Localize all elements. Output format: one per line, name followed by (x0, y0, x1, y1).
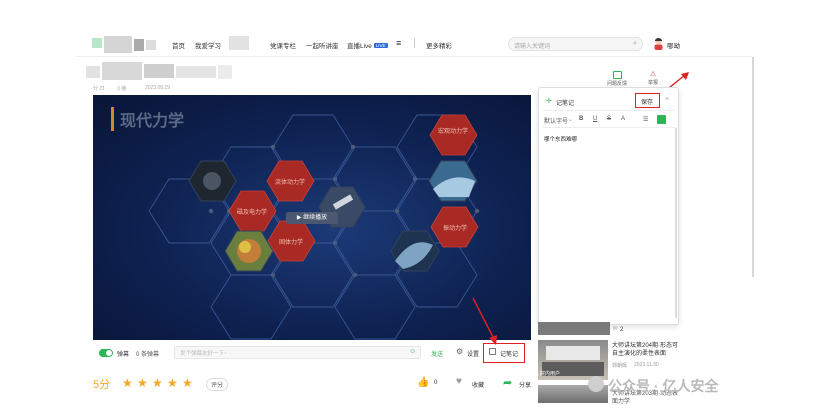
note-divider (543, 110, 676, 111)
share-button[interactable]: 分享 (519, 380, 531, 389)
star-icon[interactable]: ★ (122, 376, 133, 390)
feedback-button[interactable]: 问题反馈 (606, 71, 628, 87)
nav-learn[interactable]: 我爱学习 (195, 40, 221, 50)
live-badge: LIVE (373, 43, 388, 48)
share-icon[interactable]: ➦ (503, 376, 512, 389)
feedback-icon (612, 71, 622, 79)
danmu-placeholder: 发个弹幕友好一下~ (180, 351, 228, 357)
list-item-title[interactable]: 大师讲坛第204期·形态可自主演化的柔性表面 (612, 342, 682, 358)
watermark: 公众号 · 亿人安全 (588, 374, 788, 400)
comment-icon: ✉ (613, 326, 618, 332)
nav-home[interactable]: 首页 (172, 40, 185, 50)
view-count: 分 21 (93, 86, 105, 92)
send-button[interactable]: 发送 (431, 349, 443, 358)
danmu-label: 弹幕 (117, 352, 130, 358)
hex-label-magnetic: 磁及电力学 (237, 208, 267, 216)
wechat-icon (588, 376, 604, 392)
bold-button[interactable]: B (579, 116, 583, 122)
nav-divider (414, 38, 415, 48)
danmu-input[interactable]: 发个弹幕友好一下~ ☺ (174, 346, 421, 359)
header-divider (76, 56, 752, 57)
settings-icon[interactable]: ⚙ (456, 347, 463, 356)
note-title: 记笔记 (556, 101, 575, 107)
nav-blurred-item[interactable] (229, 36, 249, 50)
underline-button[interactable]: U (593, 116, 597, 122)
note-scrollbar[interactable] (675, 128, 677, 318)
nav-live[interactable]: 直播Live LIVE (347, 40, 388, 50)
font-color-button[interactable]: A (621, 116, 625, 122)
emoji-icon[interactable]: ☺ (409, 348, 416, 355)
site-logo[interactable] (92, 36, 158, 53)
save-button[interactable]: 保存 (641, 97, 653, 106)
chevron-down-icon: ⌄ (568, 117, 574, 123)
hex-label-vibration: 振动力学 (443, 224, 467, 232)
nav-more[interactable]: 更多精彩 (426, 40, 452, 50)
toolbar-divider (543, 127, 676, 128)
danmu-toggle[interactable] (99, 349, 113, 357)
list-thumb-top[interactable] (538, 322, 610, 335)
list-item-author: 郭朝晖 (612, 363, 628, 369)
continue-play-button[interactable]: ▶ 继续播放 (286, 212, 338, 224)
collect-button[interactable]: 收藏 (472, 380, 484, 389)
hamburger-icon[interactable]: ≡ (396, 38, 401, 48)
like-count: 0 (434, 380, 438, 386)
settings-button[interactable]: 设置 (467, 349, 479, 358)
thumb-caption: 院内用户 (540, 371, 561, 377)
feedback-label: 问题反馈 (606, 81, 627, 87)
annotation-arrow-down (472, 297, 497, 345)
list-item-date: 2023.11.30 (634, 362, 659, 368)
hex-label-fluid: 流体动力学 (275, 178, 305, 186)
danmu-count: 0 条弹幕 (136, 352, 160, 358)
search-icon[interactable]: ⌕ (633, 40, 637, 48)
watermark-text: 公众号 · 亿人安全 (608, 378, 719, 394)
play-count: 3 播 (117, 86, 127, 92)
hex-label-macro: 宏观动力学 (438, 127, 468, 135)
hex-label-solid: 固体力学 (279, 238, 303, 246)
score-value: 5分 (93, 379, 111, 391)
page-scrollbar[interactable] (752, 57, 754, 277)
nav-live-label: 直播Live (347, 43, 372, 50)
note-content[interactable]: 哪个东西难哪 (544, 135, 577, 143)
close-icon[interactable]: × (665, 96, 669, 103)
user-name[interactable]: 哪呦 (667, 40, 680, 50)
note-panel: ✛ 记笔记 保存 × 默认字号 ⌄ B U S A ☰ 哪个东西难哪 (538, 87, 679, 325)
publish-date: 2023.08.29 (145, 85, 171, 91)
avatar[interactable] (653, 37, 664, 50)
font-size-select[interactable]: 默认字号 (544, 116, 568, 125)
star-icon[interactable]: ★ (182, 376, 193, 390)
list-button[interactable]: ☰ (643, 116, 648, 123)
slide-title: 现代力学 (111, 107, 184, 131)
flag-icon[interactable] (657, 115, 666, 124)
star-icon[interactable]: ★ (167, 376, 178, 390)
search-input[interactable]: 请输入关键词 ⌕ (508, 37, 643, 51)
thumbs-up-icon[interactable]: 👍 (417, 377, 429, 388)
page-title (86, 62, 256, 82)
nav-lecture[interactable]: 一起听讲座 (306, 40, 339, 50)
star-icon[interactable]: ★ (152, 376, 163, 390)
nav-party-course[interactable]: 党课专栏 (270, 40, 296, 50)
star-icon[interactable]: ★ (137, 376, 148, 390)
heart-icon[interactable]: ♥ (456, 376, 462, 387)
video-player[interactable]: 宏观动力学 流体动力学 磁及电力学 振动力学 固体力学 现代力学 ▶ 继续播放 (93, 95, 531, 340)
strike-button[interactable]: S (607, 116, 611, 122)
item-count: 2 (620, 327, 624, 333)
note-icon[interactable] (489, 348, 496, 355)
search-placeholder: 请输入关键词 (514, 44, 551, 50)
take-notes-button[interactable]: 记笔记 (500, 349, 518, 358)
rate-button[interactable]: 评分 (206, 378, 229, 391)
video-control-bar: 弹幕 0 条弹幕 发个弹幕友好一下~ ☺ 发送 ⚙ 设置 记笔记 (93, 341, 531, 365)
note-plus-icon: ✛ (546, 98, 552, 105)
